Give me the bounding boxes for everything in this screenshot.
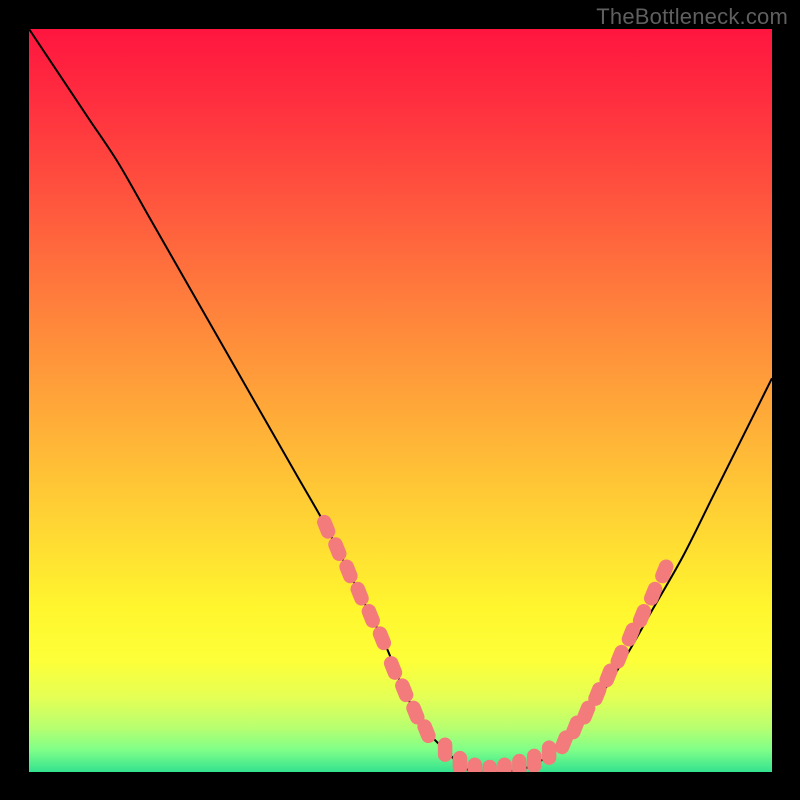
curve-marker (468, 758, 482, 772)
curve-marker (527, 749, 541, 772)
watermark-text: TheBottleneck.com (596, 4, 788, 30)
curve-marker (438, 738, 452, 762)
gradient-background (29, 29, 772, 772)
curve-marker (453, 751, 467, 772)
curve-marker (483, 760, 497, 772)
curve-marker (512, 754, 526, 772)
chart-stage: TheBottleneck.com (0, 0, 800, 800)
bottleneck-chart (29, 29, 772, 772)
curve-marker (498, 758, 512, 772)
curve-marker (542, 741, 556, 765)
